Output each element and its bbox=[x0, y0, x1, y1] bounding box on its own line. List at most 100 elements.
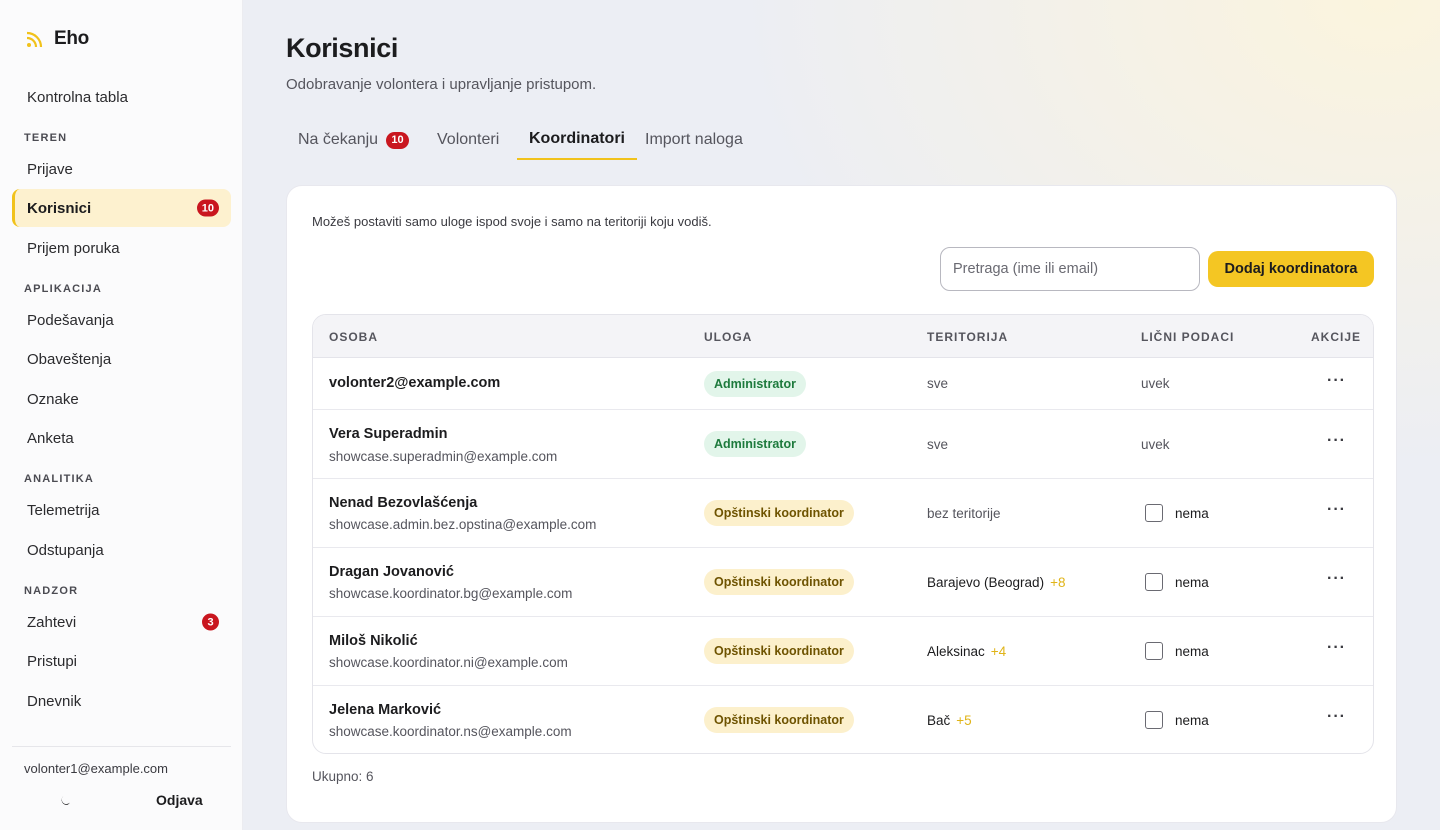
table-row: Miloš Nikolić showcase.koordinator.ni@ex… bbox=[313, 617, 1373, 686]
person-name: Miloš Nikolić bbox=[329, 633, 418, 649]
table-header: OSOBA ULOGA TERITORIJA LIČNI PODACI AKCI… bbox=[313, 315, 1373, 358]
sidebar-item-zahtevi[interactable]: Zahtevi 3 bbox=[12, 603, 231, 641]
sidebar-item-kontrolna-tabla[interactable]: Kontrolna tabla bbox=[12, 78, 231, 116]
table-row: volonter2@example.com Administrator sve … bbox=[313, 358, 1373, 410]
person-name: Dragan Jovanović bbox=[329, 564, 454, 580]
sidebar-section-analitika: ANALITIKA bbox=[24, 473, 95, 485]
territory-extra-count[interactable]: +4 bbox=[991, 644, 1006, 659]
personal-data-access: uvek bbox=[1141, 437, 1170, 452]
checkbox[interactable] bbox=[1145, 711, 1163, 729]
personal-data-label: nema bbox=[1175, 574, 1209, 590]
sidebar-item-prijem-poruka[interactable]: Prijem poruka bbox=[12, 229, 231, 267]
rss-logo-icon bbox=[26, 31, 43, 48]
sidebar: Eho Kontrolna tabla TEREN Prijave Korisn… bbox=[0, 0, 243, 830]
territory: sve bbox=[927, 437, 949, 452]
table-row: Vera Superadmin showcase.superadmin@exam… bbox=[313, 410, 1373, 479]
more-actions-icon[interactable]: ··· bbox=[1327, 639, 1346, 657]
logout-button[interactable]: Odjava bbox=[156, 792, 203, 808]
territory: Barajevo (Beograd) +8 bbox=[927, 575, 1065, 590]
personal-data-toggle[interactable]: nema bbox=[1145, 711, 1209, 729]
sidebar-section-teren: TEREN bbox=[24, 132, 68, 144]
person-name: volonter2@example.com bbox=[329, 375, 501, 391]
sidebar-item-oznake[interactable]: Oznake bbox=[12, 380, 231, 418]
territory: sve bbox=[927, 376, 949, 391]
divider bbox=[12, 746, 231, 747]
more-actions-icon[interactable]: ··· bbox=[1327, 708, 1346, 726]
territory: Bač +5 bbox=[927, 713, 972, 728]
checkbox[interactable] bbox=[1145, 573, 1163, 591]
personal-data-toggle[interactable]: nema bbox=[1145, 504, 1209, 522]
role-badge: Opštinski koordinator bbox=[704, 707, 854, 733]
territory-name: Aleksinac bbox=[927, 644, 985, 659]
more-actions-icon[interactable]: ··· bbox=[1327, 570, 1346, 588]
personal-data-label: nema bbox=[1175, 712, 1209, 728]
more-actions-icon[interactable]: ··· bbox=[1327, 501, 1346, 519]
personal-data-toggle[interactable]: nema bbox=[1145, 573, 1209, 591]
table-row: Jelena Marković showcase.koordinator.ns@… bbox=[313, 686, 1373, 753]
column-header-akcije: AKCIJE bbox=[1311, 330, 1362, 344]
column-header-osoba[interactable]: OSOBA bbox=[329, 330, 378, 344]
personal-data-toggle[interactable]: nema bbox=[1145, 642, 1209, 660]
sidebar-section-aplikacija: APLIKACIJA bbox=[24, 283, 103, 295]
sidebar-item-obavestenja[interactable]: Obaveštenja bbox=[12, 340, 231, 378]
tab-label: Koordinatori bbox=[529, 130, 625, 147]
personal-data-access: uvek bbox=[1141, 376, 1170, 391]
total-count: Ukupno: 6 bbox=[312, 769, 374, 784]
coordinators-panel: Možeš postaviti samo uloge ispod svoje i… bbox=[286, 185, 1397, 823]
personal-data-label: nema bbox=[1175, 643, 1209, 659]
role-badge: Administrator bbox=[704, 431, 806, 457]
current-user-email: volonter1@example.com bbox=[24, 761, 168, 776]
sidebar-item-anketa[interactable]: Anketa bbox=[12, 419, 231, 457]
table-row: Dragan Jovanović showcase.koordinator.bg… bbox=[313, 548, 1373, 617]
person-name: Nenad Bezovlašćenja bbox=[329, 495, 478, 511]
permission-hint: Možeš postaviti samo uloge ispod svoje i… bbox=[312, 214, 712, 229]
tab-label: Volonteri bbox=[437, 131, 500, 148]
column-header-uloga[interactable]: ULOGA bbox=[704, 330, 752, 344]
search-input[interactable] bbox=[940, 247, 1200, 291]
sidebar-item-dnevnik[interactable]: Dnevnik bbox=[12, 682, 231, 720]
territory-name: Barajevo (Beograd) bbox=[927, 575, 1045, 590]
role-badge: Opštinski koordinator bbox=[704, 638, 854, 664]
page-subtitle: Odobravanje volontera i upravljanje pris… bbox=[286, 76, 597, 93]
tab-import-naloga[interactable]: Import naloga bbox=[633, 120, 755, 160]
tab-na-cekanju[interactable]: Na čekanju 10 bbox=[286, 120, 421, 160]
territory: Aleksinac +4 bbox=[927, 644, 1006, 659]
person-name: Jelena Marković bbox=[329, 702, 442, 718]
more-actions-icon[interactable]: ··· bbox=[1327, 432, 1346, 450]
page-title: Korisnici bbox=[286, 33, 398, 63]
moon-icon[interactable] bbox=[56, 792, 74, 810]
person-email: showcase.admin.bez.opstina@example.com bbox=[329, 517, 597, 532]
sidebar-item-telemetrija[interactable]: Telemetrija bbox=[12, 491, 231, 529]
sidebar-section-nadzor: NADZOR bbox=[24, 585, 79, 597]
brand[interactable]: Eho bbox=[26, 28, 89, 50]
sidebar-item-korisnici[interactable]: Korisnici 10 bbox=[12, 189, 231, 227]
sidebar-item-prijave[interactable]: Prijave bbox=[12, 150, 231, 188]
column-header-licni-podaci[interactable]: LIČNI PODACI bbox=[1141, 330, 1234, 344]
sidebar-item-pristupi[interactable]: Pristupi bbox=[12, 642, 231, 680]
territory: bez teritorije bbox=[927, 506, 1001, 521]
tab-label: Import naloga bbox=[645, 131, 743, 148]
person-email: showcase.koordinator.ns@example.com bbox=[329, 724, 572, 739]
sidebar-item-odstupanja[interactable]: Odstupanja bbox=[12, 531, 231, 569]
tab-volonteri[interactable]: Volonteri bbox=[425, 120, 511, 160]
role-badge: Administrator bbox=[704, 371, 806, 397]
count-badge: 3 bbox=[202, 613, 219, 631]
checkbox[interactable] bbox=[1145, 642, 1163, 660]
column-header-teritorija[interactable]: TERITORIJA bbox=[927, 330, 1008, 344]
tab-koordinatori[interactable]: Koordinatori bbox=[517, 120, 637, 160]
role-badge: Opštinski koordinator bbox=[704, 569, 854, 595]
more-actions-icon[interactable]: ··· bbox=[1327, 372, 1346, 390]
person-name: Vera Superadmin bbox=[329, 426, 448, 442]
sidebar-item-podesavanja[interactable]: Podešavanja bbox=[12, 301, 231, 339]
person-email: showcase.koordinator.bg@example.com bbox=[329, 586, 573, 601]
role-badge: Opštinski koordinator bbox=[704, 500, 854, 526]
table-row: Nenad Bezovlašćenja showcase.admin.bez.o… bbox=[313, 479, 1373, 548]
person-email: showcase.koordinator.ni@example.com bbox=[329, 655, 568, 670]
app-name: Eho bbox=[54, 28, 89, 49]
territory-extra-count[interactable]: +5 bbox=[956, 713, 971, 728]
add-coordinator-button[interactable]: Dodaj koordinatora bbox=[1208, 251, 1374, 287]
territory-extra-count[interactable]: +8 bbox=[1050, 575, 1065, 590]
sidebar-item-label: Korisnici bbox=[27, 199, 92, 217]
count-badge: 10 bbox=[386, 131, 410, 149]
checkbox[interactable] bbox=[1145, 504, 1163, 522]
